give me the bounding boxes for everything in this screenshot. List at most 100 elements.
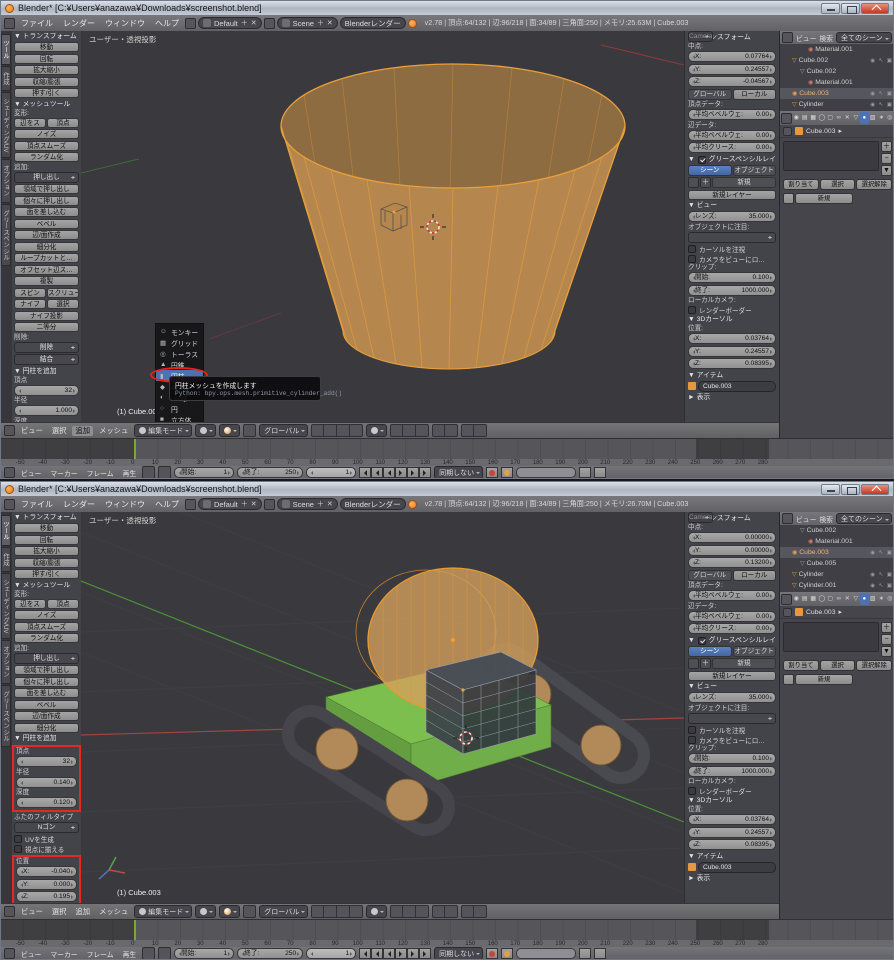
info-menu-item[interactable]: レンダー xyxy=(59,499,99,510)
maximize-button[interactable] xyxy=(841,3,860,14)
new-material-button[interactable]: 新規 xyxy=(795,193,853,204)
local-toggle[interactable]: ローカル xyxy=(733,570,777,581)
panel-header-transform[interactable]: ▼ トランスフォーム xyxy=(14,513,79,523)
current-frame-playhead[interactable] xyxy=(134,920,136,940)
outliner-row[interactable]: ◉Material.001◉ ↖ ▣ xyxy=(780,77,894,88)
outliner-row[interactable]: ▽Cube.002◉ ↖ ▣ xyxy=(780,66,894,77)
properties-tab-icon[interactable]: ▤ xyxy=(801,112,810,124)
local-toggle[interactable]: ローカル xyxy=(733,89,777,100)
properties-tab-icon[interactable]: ▢ xyxy=(826,112,835,124)
sync-dropdown[interactable]: 同期しない xyxy=(434,466,483,479)
properties-tab-icon[interactable]: ▨ xyxy=(869,112,878,124)
outliner-search-menu[interactable]: 検索 xyxy=(819,514,833,524)
panel-header-3d-cursor[interactable]: ▼ 3Dカーソル xyxy=(688,796,776,806)
properties-editor-icon[interactable] xyxy=(781,594,792,605)
location-coord-field[interactable]: Z:0.195 xyxy=(16,891,77,902)
delete-dropdown[interactable]: 結合 xyxy=(14,354,79,365)
pivot-dropdown[interactable] xyxy=(219,905,240,918)
add-scene-icon[interactable]: ＋ xyxy=(317,499,324,509)
lock-object-dropdown[interactable] xyxy=(688,713,776,724)
next-keyframe-button[interactable] xyxy=(407,948,419,959)
viewport-menu-item[interactable]: 追加 xyxy=(72,426,93,436)
outliner-row[interactable]: ◉Cube.003◉ ↖ ▣ xyxy=(780,547,894,558)
clip-start-field[interactable]: 開始:0.100 xyxy=(688,753,776,764)
timeline-menu-item[interactable]: マーカー xyxy=(47,949,80,959)
timeline-editor-icon[interactable] xyxy=(4,467,15,478)
timeline-menu-item[interactable]: 再生 xyxy=(120,949,140,959)
timeline-menu-item[interactable]: ビュー xyxy=(18,949,44,959)
visibility-icons[interactable]: ◉ ↖ ▣ xyxy=(870,58,893,64)
editor-type-icon[interactable] xyxy=(4,18,15,29)
shading-dropdown[interactable] xyxy=(195,424,216,437)
transform-tool-button[interactable]: 回転 xyxy=(14,54,79,64)
cursor-coord-field[interactable]: X:0.03764 xyxy=(688,814,776,825)
median-y-field[interactable]: Y:0.24557 xyxy=(688,64,776,75)
viewport-menu-item[interactable]: 選択 xyxy=(49,426,70,436)
preview-range-icon[interactable] xyxy=(142,947,155,960)
transform-tool-button[interactable]: 収縮/膨張 xyxy=(14,77,79,87)
3d-viewport[interactable]: ユーザー・透視投影 xyxy=(81,31,684,422)
panel-header-item[interactable]: ▼ アイテム xyxy=(688,371,776,381)
preview-range-icon[interactable] xyxy=(142,466,155,479)
add-tool-button[interactable]: ナイフ投影 xyxy=(14,311,79,321)
panel-header-view[interactable]: ▼ ビュー xyxy=(688,201,776,211)
bevel-weight-field[interactable]: 平均ベベルウェ:0.00 xyxy=(688,590,776,601)
shelf-tab[interactable]: ツール xyxy=(1,34,11,65)
screen-layout-selector[interactable]: Default＋✕ xyxy=(198,17,262,29)
prev-keyframe-button[interactable] xyxy=(371,467,383,478)
remove-slot-button[interactable]: − xyxy=(881,153,892,164)
properties-tab-icon[interactable]: ▢ xyxy=(826,593,835,605)
transform-tool-button[interactable]: 拡大縮小 xyxy=(14,65,79,75)
remove-scene-icon[interactable]: ✕ xyxy=(327,19,333,27)
lock-object-dropdown[interactable] xyxy=(688,232,776,243)
add-menu-item[interactable]: ☺モンキー xyxy=(156,326,203,337)
properties-tab-icon[interactable]: ▤ xyxy=(801,593,810,605)
frame-lock-icon[interactable] xyxy=(158,947,171,960)
delete-keyframe-button[interactable] xyxy=(594,948,606,959)
cursor-coord-field[interactable]: Y:0.24557 xyxy=(688,827,776,838)
current-frame-field[interactable]: 1 xyxy=(306,948,356,959)
item-name-field[interactable]: Cube.003 xyxy=(698,381,776,392)
timeline-editor-icon[interactable] xyxy=(4,948,15,959)
timeline-menu-item[interactable]: フレーム xyxy=(84,949,117,959)
gp-draw-icon[interactable] xyxy=(688,658,699,669)
properties-tab-icon[interactable]: ◎ xyxy=(886,593,894,605)
end-frame-field[interactable]: 終了:250 xyxy=(237,467,303,478)
add-tool-button[interactable]: 領域で押し出し xyxy=(14,665,79,675)
properties-tab-icon[interactable]: ✕ xyxy=(843,112,852,124)
add-tool-button[interactable]: 二等分 xyxy=(14,322,79,332)
panel-header-add-cylinder[interactable]: ▼ 円柱を追加 xyxy=(14,734,79,744)
shelf-tab[interactable]: シェーディング/UV xyxy=(1,573,11,640)
3d-viewport[interactable]: ユーザー・透視投影 xyxy=(81,512,684,903)
timeline-band[interactable] xyxy=(1,439,894,459)
editor-type-icon[interactable] xyxy=(4,906,15,917)
play-button[interactable] xyxy=(395,948,407,959)
panel-header-item[interactable]: ▼ アイテム xyxy=(688,852,776,862)
add-slot-button[interactable]: ＋ xyxy=(881,622,892,633)
lens-field[interactable]: レンズ:35.000 xyxy=(688,211,776,222)
maximize-button[interactable] xyxy=(841,484,860,495)
outliner-filter-dropdown[interactable]: 全てのシーン xyxy=(836,32,892,43)
add-tool-button[interactable]: ループカットと… xyxy=(14,253,79,263)
viewport-menu-item[interactable]: 追加 xyxy=(72,907,93,917)
global-toggle[interactable]: グローバル xyxy=(688,89,732,100)
gp-new-button[interactable]: 新規 xyxy=(712,658,776,669)
gp-object-toggle[interactable]: オブジェクト xyxy=(733,165,777,176)
select-button[interactable]: 選択 xyxy=(820,179,856,190)
shelf-tab[interactable]: オプション xyxy=(1,640,11,684)
viewport-menu-item[interactable]: ビュー xyxy=(18,907,46,917)
keying-set-button[interactable] xyxy=(501,948,513,959)
timeline-menu-item[interactable]: ビュー xyxy=(18,468,44,478)
auto-keyframe-button[interactable] xyxy=(486,467,498,478)
screen-layout-selector[interactable]: Default＋✕ xyxy=(198,498,262,510)
viewport-menu-item[interactable]: メッシュ xyxy=(96,907,131,917)
outliner-row[interactable]: ▽Cube.002◉ ↖ ▣ xyxy=(780,525,894,536)
cursor-coord-field[interactable]: X:0.03764 xyxy=(688,333,776,344)
tool-button[interactable]: スピン xyxy=(14,288,46,298)
properties-tab-icon[interactable]: ✕ xyxy=(843,593,852,605)
viewport-menu-item[interactable]: メッシュ xyxy=(96,426,131,436)
transform-tool-button[interactable]: 収縮/膨張 xyxy=(14,558,79,568)
add-layout-icon[interactable]: ＋ xyxy=(241,18,248,28)
outliner-search-menu[interactable]: 検索 xyxy=(819,33,833,43)
add-tool-button[interactable]: ベベル xyxy=(14,219,79,229)
